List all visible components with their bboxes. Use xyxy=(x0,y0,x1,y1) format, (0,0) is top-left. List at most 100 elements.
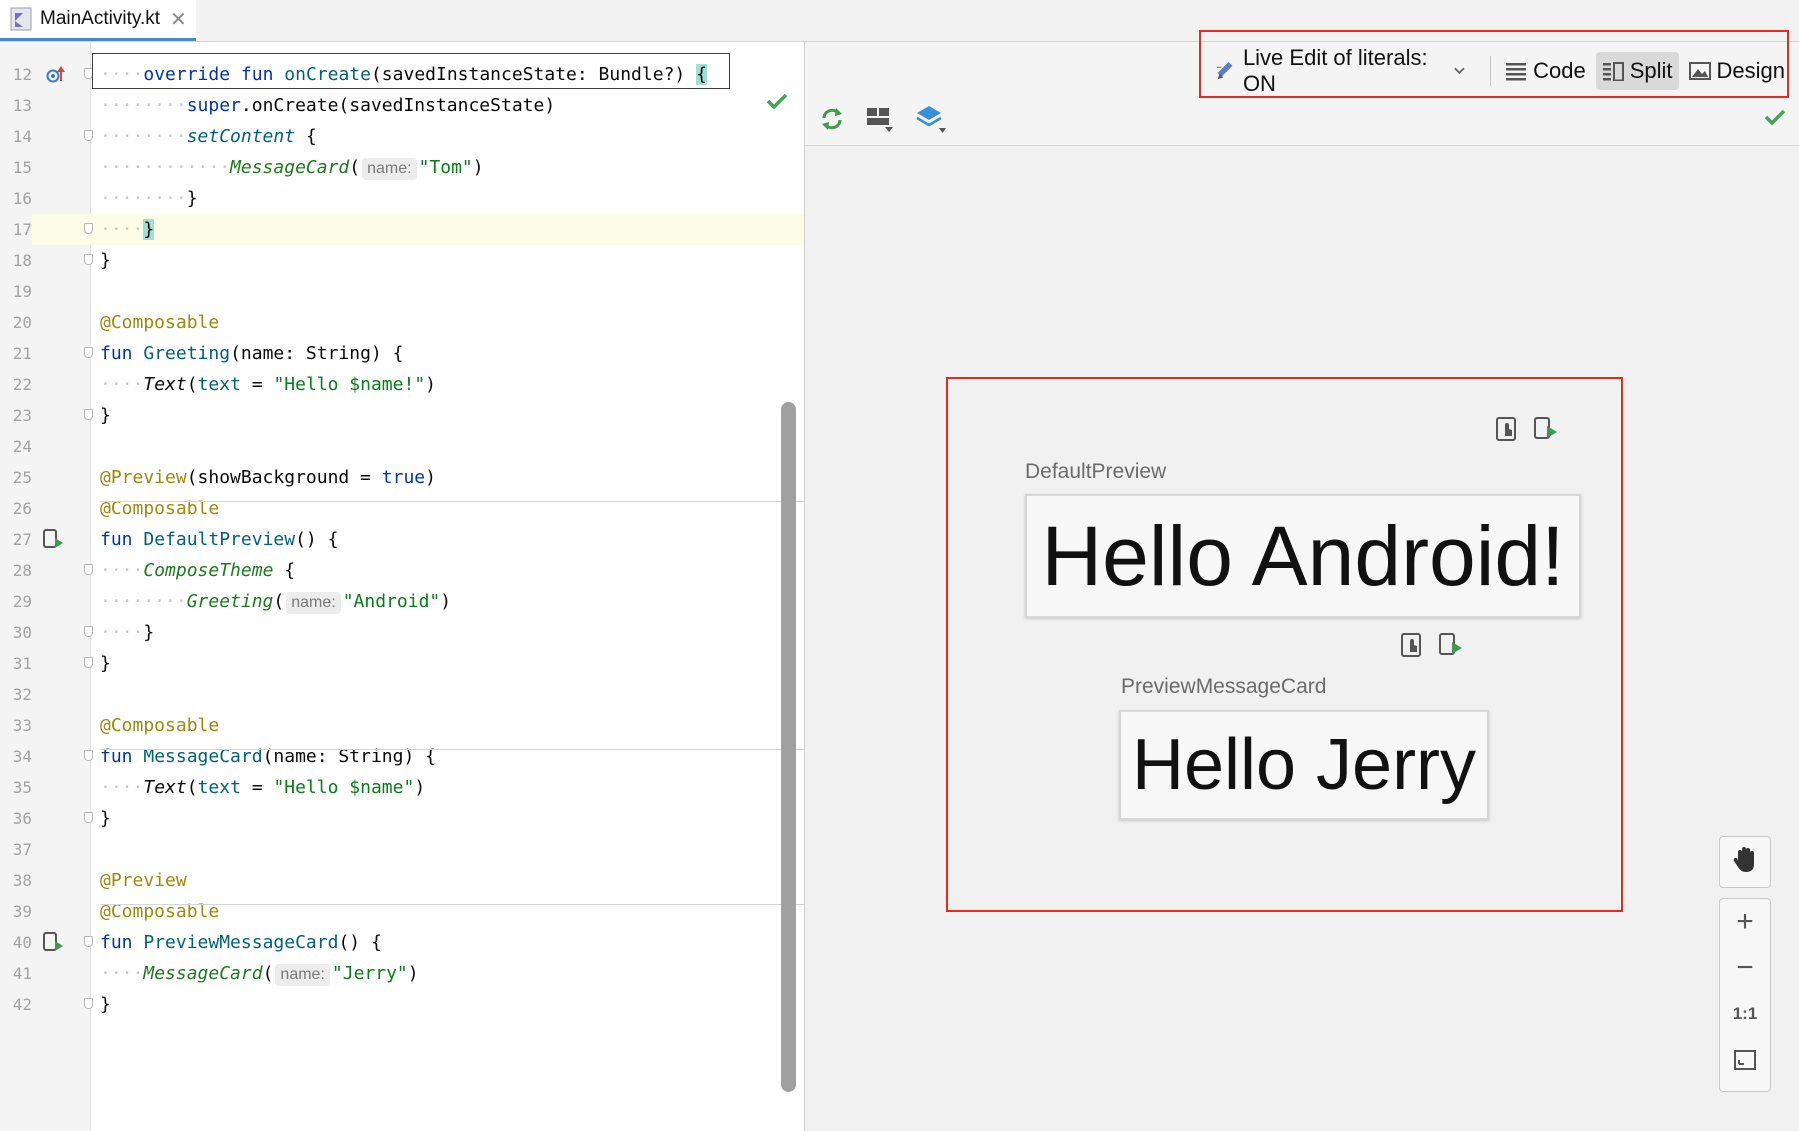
code-line[interactable]: 24 xyxy=(0,431,804,462)
zoom-actual-size-button[interactable]: 1:1 xyxy=(1720,991,1770,1037)
line-number: 21 xyxy=(12,344,32,363)
code-line[interactable]: 42 } xyxy=(0,989,804,1020)
live-edit-dropdown[interactable]: Live Edit of literals: ON xyxy=(1209,45,1482,96)
fold-icon[interactable] xyxy=(84,409,93,420)
code-line[interactable]: 27 fun DefaultPreview() { xyxy=(0,524,804,555)
line-number: 26 xyxy=(12,499,32,518)
file-tab-mainactivity[interactable]: MainActivity.kt ✕ xyxy=(0,0,196,41)
chevron-down-icon xyxy=(1454,67,1466,75)
code-line[interactable]: 20 @Composable xyxy=(0,307,804,338)
line-number: 23 xyxy=(12,406,32,425)
code-line[interactable]: 35 ····Text(text = "Hello $name") xyxy=(0,772,804,803)
deploy-to-device-icon[interactable] xyxy=(1438,632,1464,656)
fold-icon[interactable] xyxy=(84,223,93,234)
line-number: 18 xyxy=(12,251,32,270)
interactive-mode-icon[interactable] xyxy=(1400,632,1424,658)
preview-render-default[interactable]: Hello Android! xyxy=(1025,494,1581,618)
code-line[interactable]: 40 fun PreviewMessageCard() { xyxy=(0,927,804,958)
fold-icon[interactable] xyxy=(84,254,93,265)
code-line[interactable]: 16 ········} xyxy=(0,183,804,214)
code-line[interactable]: 39 @Composable xyxy=(0,896,804,927)
code-editor[interactable]: 12 ····override fun onCreate(savedInstan… xyxy=(0,42,804,1131)
layout-options-icon[interactable] xyxy=(865,105,895,133)
fold-icon[interactable] xyxy=(84,347,93,358)
split-mode-button[interactable]: Split xyxy=(1595,52,1679,90)
code-line[interactable]: 33 @Composable xyxy=(0,710,804,741)
code-line[interactable]: 15 ············MessageCard(name: "Tom") xyxy=(0,152,804,183)
design-mode-button[interactable]: Design xyxy=(1683,52,1791,90)
line-number: 24 xyxy=(12,437,32,456)
zoom-fit-button[interactable] xyxy=(1720,1037,1770,1083)
method-separator xyxy=(100,749,804,750)
line-number: 30 xyxy=(12,623,32,642)
refresh-icon[interactable] xyxy=(819,106,845,132)
code-line[interactable]: 32 xyxy=(0,679,804,710)
preview-title: PreviewMessageCard xyxy=(1121,675,1327,698)
preview-title: DefaultPreview xyxy=(1025,460,1167,483)
zoom-out-button[interactable]: − xyxy=(1720,945,1770,991)
check-icon xyxy=(766,93,788,110)
line-number: 36 xyxy=(12,809,32,828)
code-line[interactable]: 34 fun MessageCard(name: String) { xyxy=(0,741,804,772)
deploy-to-device-icon[interactable] xyxy=(1533,416,1559,440)
fold-icon[interactable] xyxy=(84,68,93,79)
design-panel: Live Edit of literals: ON Code Split Des… xyxy=(804,42,1799,1131)
line-number: 17 xyxy=(0,214,32,245)
line-number: 14 xyxy=(12,127,32,146)
preview-actions xyxy=(1481,416,1559,442)
line-number: 13 xyxy=(12,96,32,115)
pan-tool-box xyxy=(1719,836,1771,888)
zoom-controls: + − 1:1 xyxy=(1719,898,1771,1092)
layers-icon[interactable] xyxy=(915,104,947,134)
code-line[interactable]: 12 ····override fun onCreate(savedInstan… xyxy=(0,59,804,90)
fold-icon[interactable] xyxy=(84,626,93,637)
code-line[interactable]: 38 @Preview xyxy=(0,865,804,896)
code-line[interactable]: 29 ········Greeting(name: "Android") xyxy=(0,586,804,617)
code-line[interactable]: 14 ········setContent { xyxy=(0,121,804,152)
code-line[interactable]: 30 ····} xyxy=(0,617,804,648)
code-line[interactable]: 21 fun Greeting(name: String) { xyxy=(0,338,804,369)
param-hint: name: xyxy=(286,592,341,614)
code-line-current[interactable]: 17 ····} xyxy=(0,214,804,245)
line-number: 28 xyxy=(12,561,32,580)
code-line[interactable]: 22 ····Text(text = "Hello $name!") xyxy=(0,369,804,400)
fold-icon[interactable] xyxy=(84,936,93,947)
split-view-icon xyxy=(1602,62,1624,81)
code-line[interactable]: 23 } xyxy=(0,400,804,431)
line-number: 34 xyxy=(12,747,32,766)
code-line[interactable]: 26 @Composable xyxy=(0,493,804,524)
editor-tab-bar: MainActivity.kt ✕ xyxy=(0,0,1799,42)
code-line[interactable]: 18 } xyxy=(0,245,804,276)
code-line[interactable]: 19 xyxy=(0,276,804,307)
method-separator xyxy=(100,501,804,502)
code-line[interactable]: 37 xyxy=(0,834,804,865)
param-hint: name: xyxy=(275,964,330,986)
preview-render-message-card[interactable]: Hello Jerry xyxy=(1119,710,1489,820)
code-lines: 12 ····override fun onCreate(savedInstan… xyxy=(0,59,804,1020)
fold-icon[interactable] xyxy=(84,657,93,668)
code-line[interactable]: 36 } xyxy=(0,803,804,834)
code-line[interactable]: 25 @Preview(showBackground = true) xyxy=(0,462,804,493)
fold-icon[interactable] xyxy=(84,750,93,761)
preview-toolbar xyxy=(819,100,967,138)
preview-highlight-frame xyxy=(946,377,1623,912)
interactive-mode-icon[interactable] xyxy=(1495,416,1519,442)
code-line[interactable]: 31 } xyxy=(0,648,804,679)
code-line[interactable]: 13 ········super.onCreate(savedInstanceS… xyxy=(0,90,804,121)
code-line[interactable]: 41 ····MessageCard(name: "Jerry") xyxy=(0,958,804,989)
line-number: 31 xyxy=(12,654,32,673)
line-number: 20 xyxy=(12,313,32,332)
zoom-to-fit-icon xyxy=(1734,1050,1756,1070)
fold-icon[interactable] xyxy=(84,564,93,575)
param-hint: name: xyxy=(362,158,417,180)
fold-icon[interactable] xyxy=(84,998,93,1009)
close-icon[interactable]: ✕ xyxy=(170,7,187,32)
pan-button[interactable] xyxy=(1720,837,1770,883)
code-line[interactable]: 28 ····ComposeTheme { xyxy=(0,555,804,586)
code-mode-button[interactable]: Code xyxy=(1499,52,1592,90)
zoom-in-button[interactable]: + xyxy=(1720,899,1770,945)
editor-scrollbar[interactable] xyxy=(781,402,796,1092)
fold-icon[interactable] xyxy=(84,812,93,823)
fold-icon[interactable] xyxy=(84,130,93,141)
line-number: 35 xyxy=(12,778,32,797)
